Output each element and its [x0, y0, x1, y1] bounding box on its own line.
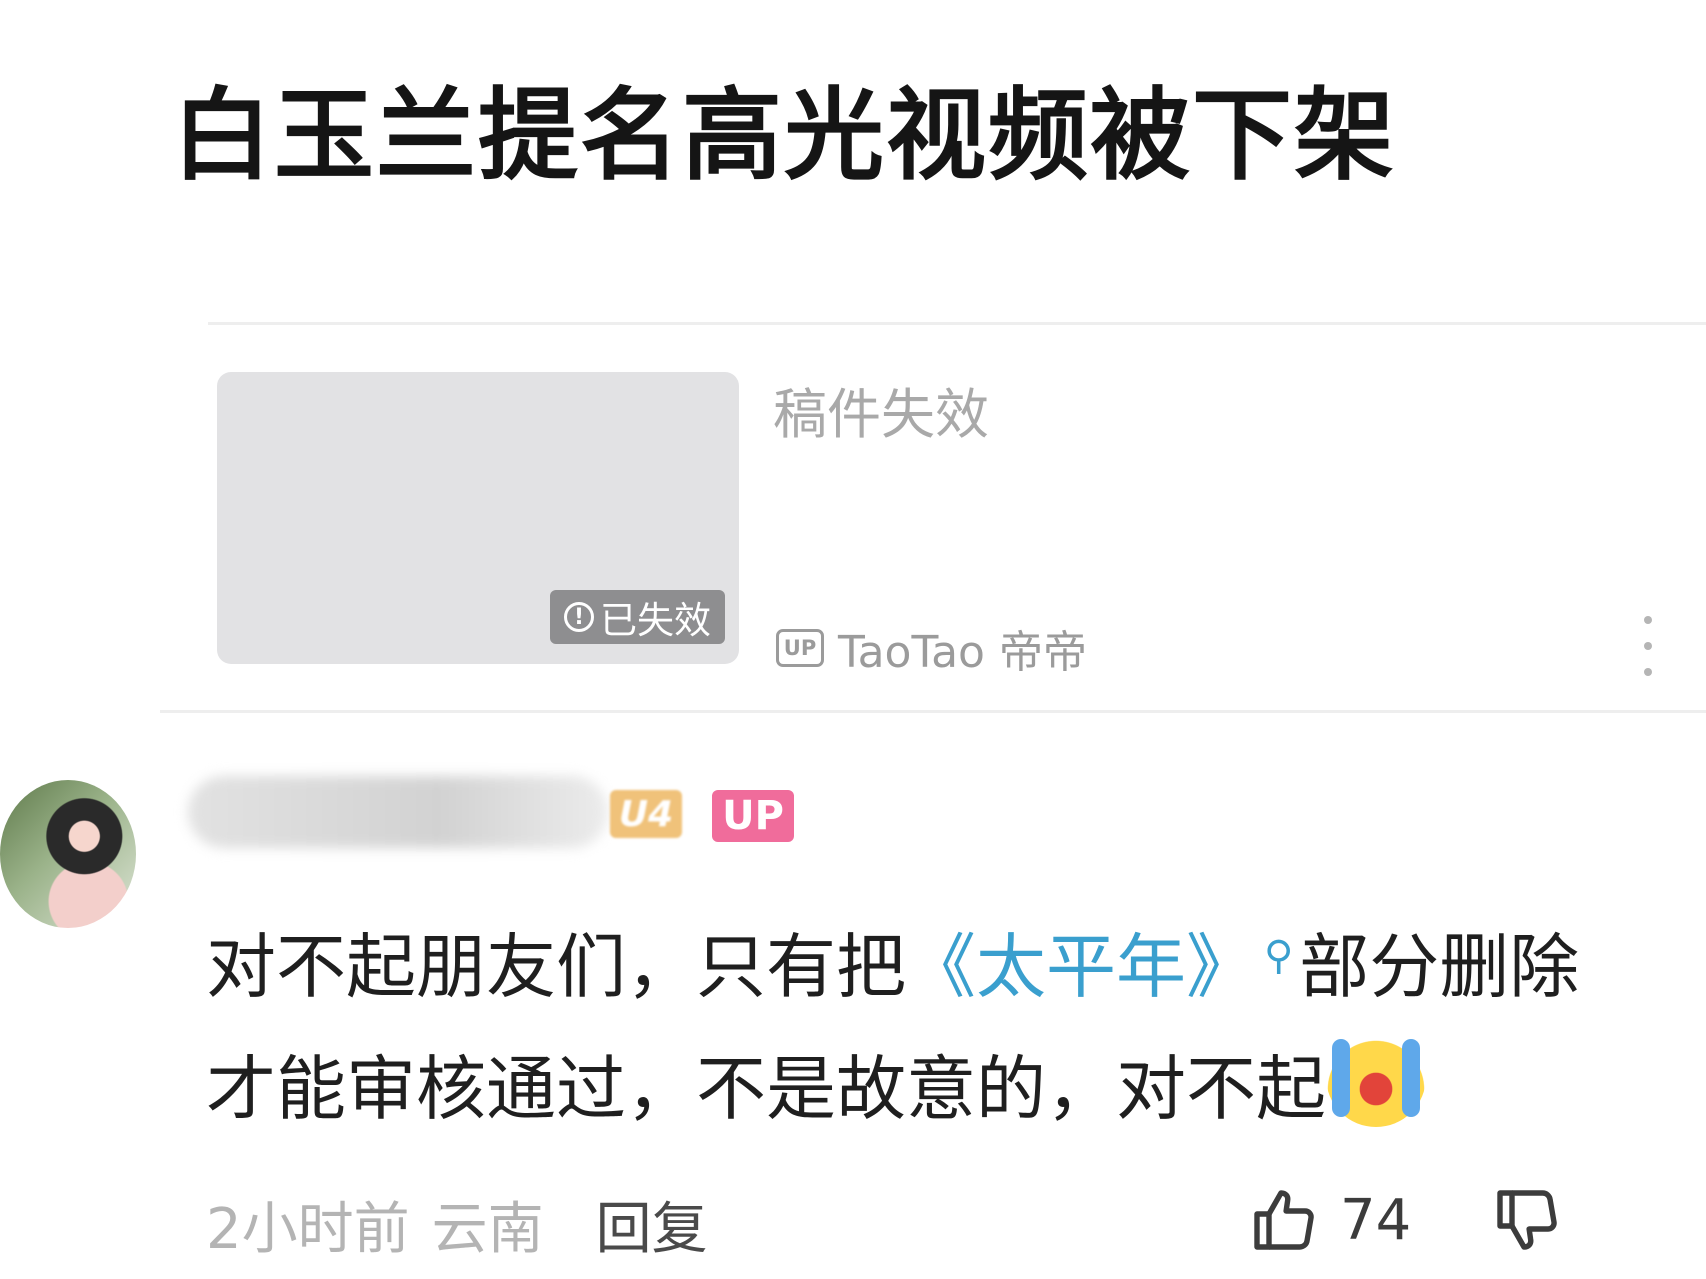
more-dot [1644, 642, 1652, 650]
alert-icon: ! [564, 602, 594, 632]
like-count: 74 [1340, 1187, 1412, 1253]
card-bottom-divider [160, 710, 1706, 713]
avatar[interactable] [0, 780, 136, 928]
thumbs-up-icon[interactable] [1248, 1184, 1320, 1256]
up-badge: UP [712, 790, 794, 842]
invalid-badge: ! 已失效 [550, 590, 725, 644]
invalid-badge-label: 已失效 [600, 599, 711, 642]
blurred-username[interactable] [188, 776, 608, 848]
more-dot [1644, 668, 1652, 676]
uploader[interactable]: UP TaoTao 帝帝 [776, 616, 1087, 680]
more-options-icon[interactable] [1638, 616, 1658, 676]
video-card[interactable]: ! 已失效 稿件失效 UP TaoTao 帝帝 [0, 320, 1706, 710]
crying-emoji-icon [1326, 1027, 1426, 1127]
headline: 白玉兰提名高光视频被下架 [172, 77, 1396, 194]
more-dot [1644, 616, 1652, 624]
search-icon[interactable]: ⚲ [1264, 933, 1293, 979]
video-title[interactable]: 稿件失效 [773, 370, 989, 449]
reply-button[interactable]: 回复 [596, 1184, 708, 1265]
comment-time: 2小时前 [206, 1197, 410, 1262]
comment-text-part1: 对不起朋友们，只有把 [206, 926, 906, 1008]
comment-actions: 74 [1248, 1184, 1563, 1256]
topic-link[interactable]: 《太平年》 [906, 926, 1256, 1008]
video-thumbnail[interactable]: ! 已失效 [217, 372, 739, 664]
up-icon: UP [776, 629, 824, 667]
uploader-name[interactable]: TaoTao 帝帝 [838, 616, 1087, 680]
thumbs-down-icon[interactable] [1491, 1184, 1563, 1256]
comment-meta: 2小时前 云南 回复 [206, 1184, 708, 1265]
level-badge: U4 [610, 790, 682, 838]
comment-text: 对不起朋友们，只有把《太平年》 ⚲部分删除才能审核通过，不是故意的，对不起 [206, 896, 1646, 1149]
comment-location: 云南 [431, 1197, 544, 1262]
